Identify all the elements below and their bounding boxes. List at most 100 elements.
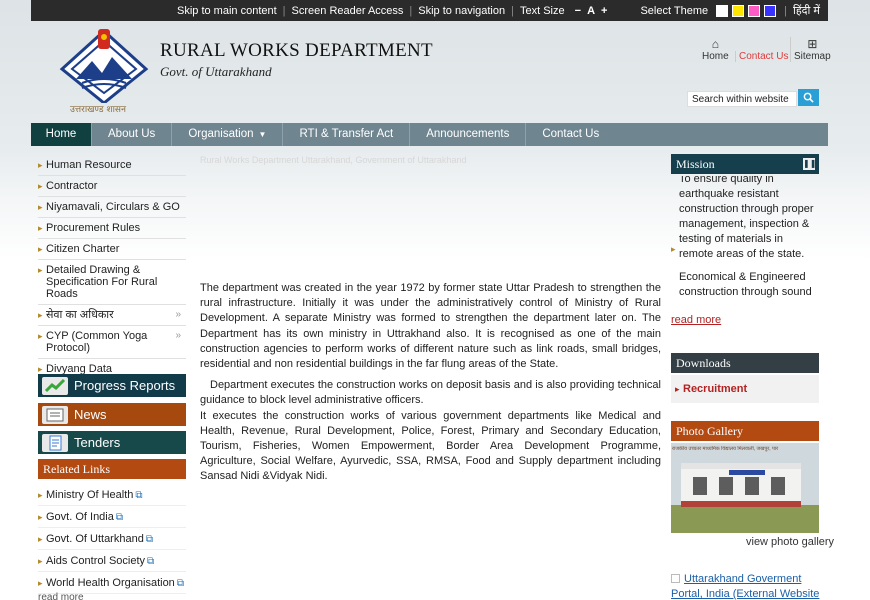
skip-to-main-link[interactable]: Skip to main content [177,5,277,17]
banner-image-placeholder: Rural Works Department Uttarakhand, Gove… [200,155,467,165]
newspaper-icon [42,405,68,424]
about-content: The department was created in the year 1… [200,281,661,491]
site-subtitle: Govt. of Uttarakhand [160,64,272,79]
normal-text-button[interactable]: A [587,5,595,17]
nav-announcements[interactable]: Announcements [410,123,527,146]
progress-reports-button[interactable]: Progress Reports [38,374,186,397]
divider: | [511,4,514,17]
sidebar-item-label: CYP (Common Yoga Protocol) [46,330,148,354]
view-photo-gallery-link[interactable]: view photo gallery [746,536,834,548]
logo-caption: उत्तराखण्ड शासन [70,105,127,115]
tenders-label: Tenders [74,435,121,450]
related-link-label: Ministry Of Health [46,489,134,501]
uttarakhand-portal-link[interactable]: Uttarakhand Goverment Portal, India (Ext… [671,572,826,600]
sidebar-item-contractor[interactable]: Contractor [38,176,186,197]
sidebar-item-niyamavali[interactable]: Niyamavali, Circulars & GO [38,197,186,218]
related-link-label: World Health Organisation [46,577,175,589]
home-utility-label: Home [702,51,729,62]
related-links-heading: Related Links [38,459,186,479]
external-link-icon: ⧉ [135,490,143,501]
chart-icon [42,376,68,395]
external-link-icon: ⧉ [145,534,153,545]
skip-to-nav-link[interactable]: Skip to navigation [418,5,505,17]
main-navigation: Home About Us Organisation ▼ RTI & Transf… [31,123,828,146]
mission-heading: Mission ❚❚ [671,154,819,174]
recruitment-link[interactable]: Recruitment [671,375,819,403]
nav-home[interactable]: Home [31,123,92,146]
screen-reader-link[interactable]: Screen Reader Access [292,5,404,17]
news-label: News [74,407,107,422]
related-link-label: Aids Control Society [46,555,146,567]
theme-pink-button[interactable] [748,4,761,17]
nav-about-us[interactable]: About Us [92,123,173,146]
document-icon [42,433,68,452]
mission-read-more-link[interactable]: read more [671,314,721,326]
select-theme-label: Select Theme [640,4,709,17]
about-paragraph-3: It executes the construction works of va… [200,409,661,483]
mission-item: To ensure quality in earthquake resistan… [671,176,819,262]
related-link-ministry-of-health[interactable]: Ministry Of Health⧉ [38,484,186,506]
tenders-button[interactable]: Tenders [38,431,186,454]
external-link-icon: ⧉ [147,556,155,567]
about-paragraph-1: The department was created in the year 1… [200,282,661,371]
progress-reports-label: Progress Reports [74,378,176,393]
nav-organisation-label: Organisation [188,128,254,140]
sidebar-item-procurement-rules[interactable]: Procurement Rules [38,218,186,239]
mission-item: Economical & Engineered construction thr… [671,270,819,302]
chevron-down-icon: ▼ [258,130,267,139]
related-link-label: Govt. Of India [46,511,114,523]
search-button[interactable] [798,89,819,106]
external-link-icon: ⧉ [176,578,184,589]
sidebar-item-seva-ka-adhikar[interactable]: सेवा का अधिकार » [38,305,186,326]
decrease-text-button[interactable]: − [575,5,581,17]
related-link-govt-of-india[interactable]: Govt. Of India⧉ [38,506,186,528]
sitemap-icon: ⊞ [807,37,818,51]
portal-link-label: Uttarakhand Goverment Portal, India (Ext… [671,573,820,600]
related-link-label: Govt. Of Uttarkhand [46,533,144,545]
gallery-photo[interactable]: राजकीय उच्चतर माध्यमिक विद्यालय मिलवाली,… [671,443,819,533]
sidebar-item-cyp[interactable]: CYP (Common Yoga Protocol) » [38,326,186,359]
sidebar-item-detailed-drawing[interactable]: Detailed Drawing & Specification For Rur… [38,260,186,305]
sitemap-utility-label: Sitemap [794,51,831,62]
site-title: RURAL WORKS DEPARTMENT [160,40,433,61]
increase-text-button[interactable]: + [601,5,607,17]
contact-utility-link[interactable]: Contact Us [735,51,788,62]
home-icon: ⌂ [711,37,719,51]
sidebar-item-human-resource[interactable]: Human Resource [38,155,186,176]
related-link-aids-control-society[interactable]: Aids Control Society⧉ [38,550,186,572]
broken-image-icon [671,574,680,583]
divider: | [784,4,787,17]
divider: | [282,4,286,17]
accessibility-bar: Skip to main content | Screen Reader Acc… [31,0,828,21]
mission-ticker: To ensure quality in earthquake resistan… [671,176,819,302]
related-link-who[interactable]: World Health Organisation⧉ [38,572,186,594]
home-utility-link[interactable]: ⌂ Home [702,37,729,62]
related-link-govt-of-uttarkhand[interactable]: Govt. Of Uttarkhand⧉ [38,528,186,550]
chevron-right-icon: » [175,330,181,341]
photo-gallery-heading: Photo Gallery [671,421,819,441]
theme-white-button[interactable] [716,4,729,17]
nav-rti-transfer-act[interactable]: RTI & Transfer Act [283,123,411,146]
theme-blue-button[interactable] [764,4,777,17]
mission-title: Mission [676,157,715,171]
divider: | [409,4,413,17]
search-input[interactable] [687,91,797,107]
news-button[interactable]: News [38,403,186,426]
sidebar-item-label: सेवा का अधिकार [46,309,114,321]
photo-sign-text: राजकीय उच्चतर माध्यमिक विद्यालय मिलवाली,… [672,446,779,452]
hindi-language-link[interactable]: हिंदी में [793,3,820,18]
related-links-read-more[interactable]: read more [38,592,84,600]
sidebar-item-citizen-charter[interactable]: Citizen Charter [38,239,186,260]
nav-contact-us[interactable]: Contact Us [526,123,615,146]
downloads-heading: Downloads [671,353,819,373]
pause-icon[interactable]: ❚❚ [803,158,816,170]
about-paragraph-2: Department executes the construction wor… [200,379,661,407]
nav-organisation[interactable]: Organisation ▼ [172,123,284,146]
search-icon [803,92,814,103]
sidebar-menu: Human Resource Contractor Niyamavali, Ci… [38,155,186,380]
sitemap-utility-link[interactable]: ⊞ Sitemap [790,37,831,62]
text-size-label: Text Size [519,4,565,17]
theme-yellow-button[interactable] [732,4,745,17]
external-link-icon: ⧉ [115,512,124,523]
chevron-right-icon: » [175,309,181,320]
